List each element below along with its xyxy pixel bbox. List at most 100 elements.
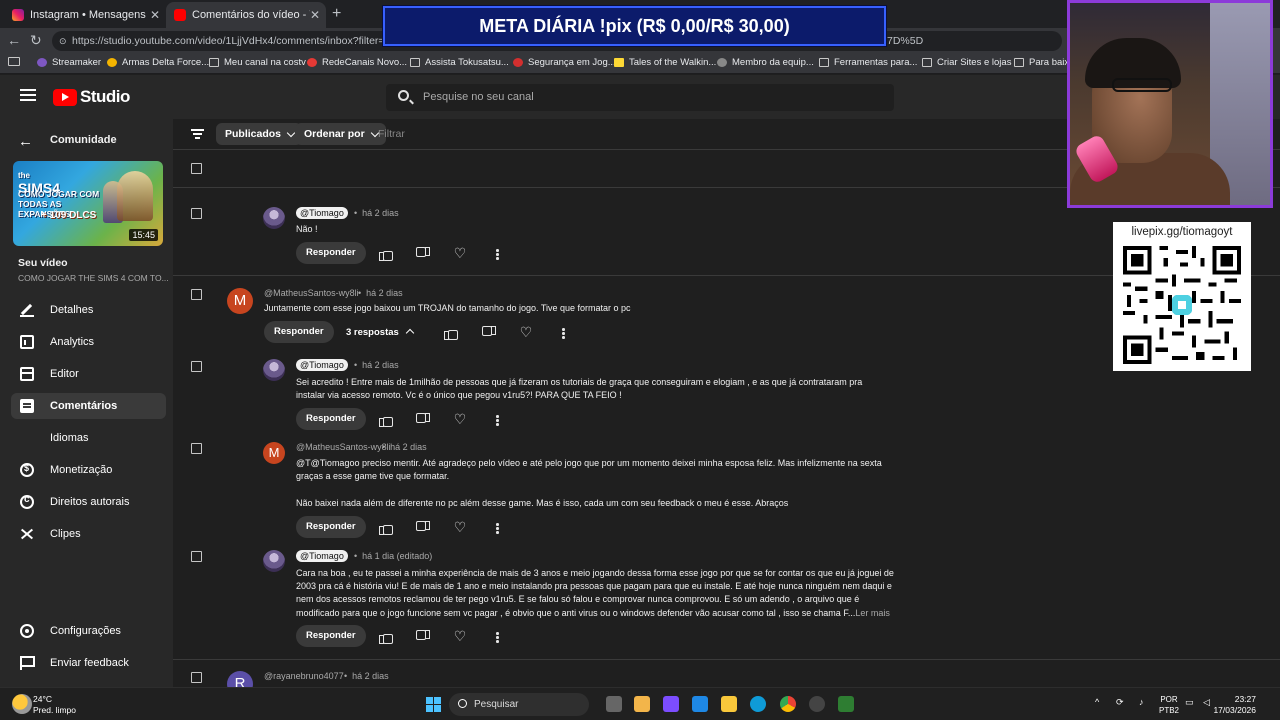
sidebar-item-copyright[interactable]: Direitos autorais [11, 489, 166, 515]
comment-author[interactable]: @rayanebruno4077 [264, 671, 344, 681]
mail-icon[interactable] [692, 696, 708, 712]
comment-author[interactable]: @MatheusSantos-wy8li [264, 288, 359, 298]
clock[interactable]: 23:27 17/03/2026 [1213, 694, 1256, 716]
filter-input[interactable]: Filtrar [378, 128, 405, 140]
chevron-down-icon [286, 128, 296, 138]
reply-button[interactable]: Responder [296, 516, 366, 538]
close-icon[interactable]: ✕ [310, 8, 320, 22]
heart-icon[interactable]: ♡ [453, 629, 467, 643]
language-indicator[interactable]: POR PTB2 [1159, 694, 1179, 716]
bookmark-ferramentas[interactable]: Ferramentas para... [819, 57, 917, 68]
more-options-icon[interactable] [490, 521, 504, 535]
heart-icon[interactable]: ♡ [519, 325, 533, 339]
more-options-icon[interactable] [490, 413, 504, 427]
chrome-icon[interactable] [780, 696, 796, 712]
sidebar-item-details[interactable]: Detalhes [11, 297, 166, 323]
more-options-icon[interactable] [490, 630, 504, 644]
comment-checkbox[interactable] [191, 361, 202, 372]
replies-toggle[interactable]: 3 respostas [346, 327, 415, 338]
taskbar-search[interactable]: Pesquisar [449, 693, 589, 716]
sidebar-item-settings[interactable]: Configurações [11, 618, 166, 644]
bookmark-meu-canal[interactable]: Meu canal na costv [209, 57, 306, 68]
filter-icon[interactable] [191, 129, 204, 139]
reply-button[interactable]: Responder [296, 625, 366, 647]
sidebar-item-feedback[interactable]: Enviar feedback [11, 650, 166, 676]
dislike-icon[interactable] [416, 247, 430, 261]
like-icon[interactable] [379, 413, 393, 427]
tab-instagram[interactable]: Instagram • Mensagens ✕ [4, 2, 166, 28]
reload-icon[interactable]: ↻ [30, 32, 42, 49]
bookmark-criar-sites[interactable]: Criar Sites e lojas [922, 57, 1011, 68]
divider [173, 659, 1280, 660]
sidebar-item-comments[interactable]: Comentários [11, 393, 166, 419]
comment-checkbox[interactable] [191, 672, 202, 683]
dislike-icon[interactable] [482, 326, 496, 340]
bookmark-streamaker[interactable]: Streamaker [37, 57, 101, 68]
like-icon[interactable] [379, 521, 393, 535]
menu-icon[interactable] [20, 89, 36, 101]
microphone-icon[interactable]: ♪ [1139, 697, 1144, 707]
sidebar-item-monetization[interactable]: Monetização [11, 457, 166, 483]
volume-icon[interactable]: ◁ [1203, 697, 1210, 708]
heart-icon[interactable]: ♡ [453, 520, 467, 534]
weather-widget[interactable]: 24°C Pred. limpo [33, 694, 76, 716]
sync-icon[interactable]: ⟳ [1116, 697, 1124, 708]
sidebar-item-editor[interactable]: Editor [11, 361, 166, 387]
bookmark-membro[interactable]: Membro da equip... [717, 57, 814, 68]
comment-author[interactable]: @Tiomago [296, 359, 348, 371]
bookmark-tales[interactable]: Tales of the Walkin... [614, 57, 716, 68]
task-view-icon[interactable] [606, 696, 622, 712]
sort-by-chip[interactable]: Ordenar por [295, 123, 386, 145]
start-button[interactable] [426, 697, 441, 712]
studio-logo[interactable]: Studio [53, 87, 130, 107]
tab-youtube-comments[interactable]: Comentários do vídeo - YouTube ✕ [166, 2, 326, 28]
back-arrow-icon[interactable]: ← [18, 133, 33, 150]
dislike-icon[interactable] [416, 521, 430, 535]
store-icon[interactable] [634, 696, 650, 712]
weather-icon[interactable] [12, 694, 32, 714]
more-options-icon[interactable] [556, 326, 570, 340]
sidebar-item-analytics[interactable]: Analytics [11, 329, 166, 355]
comment-checkbox[interactable] [191, 289, 202, 300]
published-filter-chip[interactable]: Publicados [216, 123, 303, 145]
dislike-icon[interactable] [416, 413, 430, 427]
comment-author[interactable]: @Tiomago [296, 550, 348, 562]
back-arrow-icon[interactable]: ← [7, 32, 21, 48]
like-icon[interactable] [444, 326, 458, 340]
comment-author[interactable]: @MatheusSantos-wy8li [296, 442, 391, 452]
sidebar-item-languages[interactable]: Idiomas [11, 425, 1193, 451]
comment-checkbox[interactable] [191, 443, 202, 454]
more-options-icon[interactable] [490, 247, 504, 261]
edge-icon[interactable] [750, 696, 766, 712]
heart-icon[interactable]: ♡ [453, 246, 467, 260]
bookmark-seguranca[interactable]: Segurança em Jog... [513, 57, 616, 68]
close-icon[interactable]: ✕ [150, 8, 160, 22]
app-icon[interactable] [809, 696, 825, 712]
new-tab-icon[interactable]: + [332, 5, 341, 23]
bookmark-delta-force[interactable]: Armas Delta Force... [107, 57, 209, 68]
sidebar-back-label[interactable]: Comunidade [50, 134, 117, 146]
like-icon[interactable] [379, 630, 393, 644]
video-thumbnail[interactable]: the SIMS4 COMO JOGAR COM TODAS AS EXPANSÕ… [13, 161, 163, 246]
comment-author[interactable]: @Tiomago [296, 207, 348, 219]
reply-button[interactable]: Responder [264, 321, 334, 343]
like-icon[interactable] [379, 247, 393, 261]
comment-checkbox[interactable] [191, 208, 202, 219]
read-more-link[interactable]: Ler mais [855, 608, 890, 618]
reply-button[interactable]: Responder [296, 408, 366, 430]
reply-button[interactable]: Responder [296, 242, 366, 264]
bookmark-redecanais[interactable]: RedeCanais Novo... [307, 57, 407, 68]
channel-search-input[interactable]: Pesquise no seu canal [386, 84, 894, 111]
m365-icon[interactable] [663, 696, 679, 712]
app-icon[interactable] [838, 696, 854, 712]
comment-checkbox[interactable] [191, 551, 202, 562]
bookmark-tokusatsu[interactable]: Assista Tokusatsu... [410, 57, 509, 68]
dislike-icon[interactable] [416, 630, 430, 644]
select-all-checkbox[interactable] [191, 163, 202, 174]
chevron-up-icon[interactable]: ^ [1095, 697, 1099, 707]
reading-list-icon[interactable] [8, 57, 25, 66]
heart-icon[interactable]: ♡ [453, 412, 467, 426]
sidebar-item-clips[interactable]: Clipes [11, 521, 166, 547]
folder-icon[interactable] [721, 696, 737, 712]
network-icon[interactable]: ▭ [1185, 697, 1194, 708]
